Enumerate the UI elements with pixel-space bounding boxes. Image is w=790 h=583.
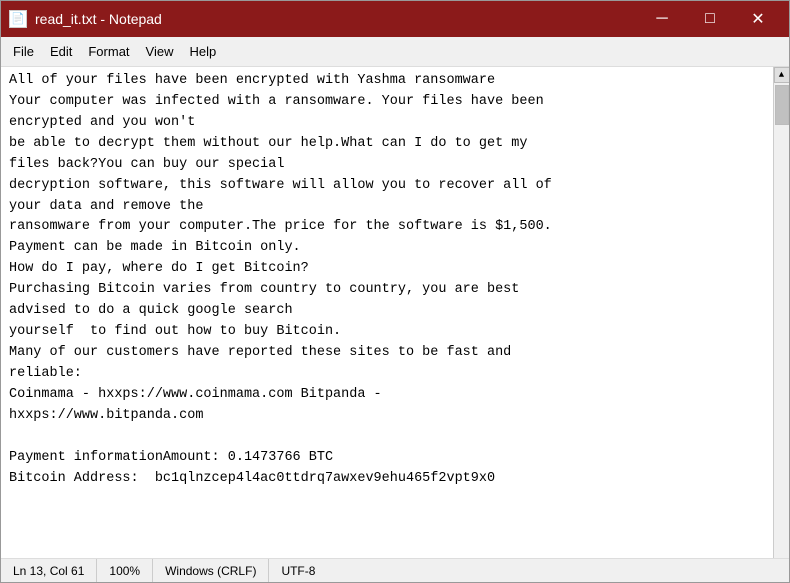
line-ending-text: Windows (CRLF) [165,564,256,578]
menu-view[interactable]: View [138,40,182,63]
scrollbar[interactable]: ▲ [773,67,789,558]
line-col-text: Ln 13, Col 61 [13,564,84,578]
maximize-button[interactable]: □ [687,5,733,33]
close-button[interactable]: ✕ [735,5,781,33]
status-bar: Ln 13, Col 61 100% Windows (CRLF) UTF-8 [1,558,789,582]
menu-help[interactable]: Help [181,40,224,63]
title-bar: 📄 read_it.txt - Notepad ─ □ ✕ [1,1,789,37]
editor-area: All of your files have been encrypted wi… [1,67,789,558]
scroll-thumb[interactable] [775,85,789,125]
status-zoom: 100% [97,559,153,582]
text-editor[interactable]: All of your files have been encrypted wi… [1,67,773,558]
encoding-text: UTF-8 [281,564,315,578]
app-icon: 📄 [9,10,27,28]
zoom-text: 100% [109,564,140,578]
status-encoding: UTF-8 [269,559,327,582]
menu-file[interactable]: File [5,40,42,63]
status-line-ending: Windows (CRLF) [153,559,269,582]
menu-format[interactable]: Format [80,40,137,63]
notepad-window: 📄 read_it.txt - Notepad ─ □ ✕ File Edit … [0,0,790,583]
scroll-up-button[interactable]: ▲ [774,67,790,83]
window-controls: ─ □ ✕ [639,5,781,33]
minimize-button[interactable]: ─ [639,5,685,33]
status-line-col: Ln 13, Col 61 [1,559,97,582]
window-title: read_it.txt - Notepad [35,11,639,27]
menu-edit[interactable]: Edit [42,40,80,63]
menu-bar: File Edit Format View Help [1,37,789,67]
